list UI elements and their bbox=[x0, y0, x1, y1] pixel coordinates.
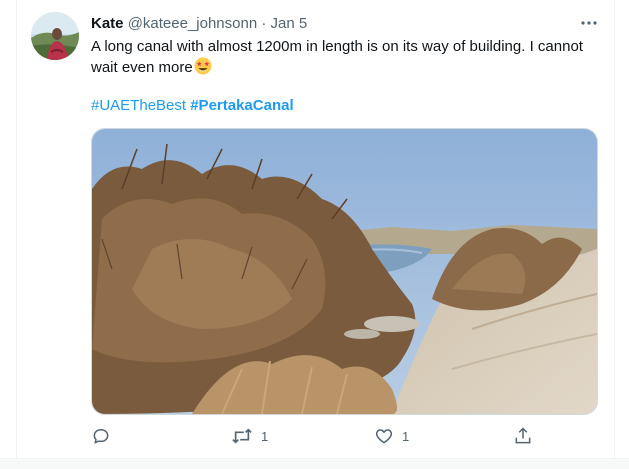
retweet-icon bbox=[231, 426, 253, 446]
header-separator: · bbox=[261, 15, 267, 32]
hashtag-uaethebest[interactable]: #UAETheBest bbox=[91, 97, 186, 114]
left-column-border bbox=[0, 0, 17, 469]
share-icon bbox=[513, 426, 533, 446]
like-button[interactable]: 1 bbox=[374, 424, 409, 448]
hashtag-pertakacanal[interactable]: #PertakaCanal bbox=[190, 97, 293, 114]
retweet-button[interactable]: 1 bbox=[231, 424, 268, 448]
tweet-card[interactable]: Kate @kateee_johnsonn · Jan 5 A long can… bbox=[17, 0, 614, 458]
tweet-actions: 1 1 bbox=[91, 424, 531, 448]
tweet-header: Kate @kateee_johnsonn · Jan 5 bbox=[91, 14, 600, 34]
reply-icon bbox=[91, 426, 111, 446]
tweet-text: A long canal with almost 1200m in length… bbox=[91, 37, 601, 81]
author-name[interactable]: Kate bbox=[91, 15, 124, 32]
tweet-body: A long canal with almost 1200m in length… bbox=[91, 38, 583, 76]
retweet-count: 1 bbox=[261, 428, 269, 444]
right-column-border bbox=[614, 0, 629, 469]
like-count: 1 bbox=[402, 428, 410, 444]
reply-button[interactable] bbox=[91, 424, 111, 448]
hashtags: #UAETheBest #PertakaCanal bbox=[91, 96, 294, 116]
next-tweet-edge bbox=[0, 458, 629, 469]
more-options-icon[interactable] bbox=[578, 12, 600, 34]
star-struck-emoji-icon bbox=[194, 57, 212, 81]
tweet-photo[interactable] bbox=[91, 128, 598, 415]
heart-icon bbox=[374, 426, 394, 446]
tweet-date[interactable]: Jan 5 bbox=[271, 15, 308, 32]
author-handle[interactable]: @kateee_johnsonn bbox=[128, 15, 258, 32]
share-button[interactable] bbox=[513, 424, 533, 448]
avatar[interactable] bbox=[31, 12, 79, 60]
